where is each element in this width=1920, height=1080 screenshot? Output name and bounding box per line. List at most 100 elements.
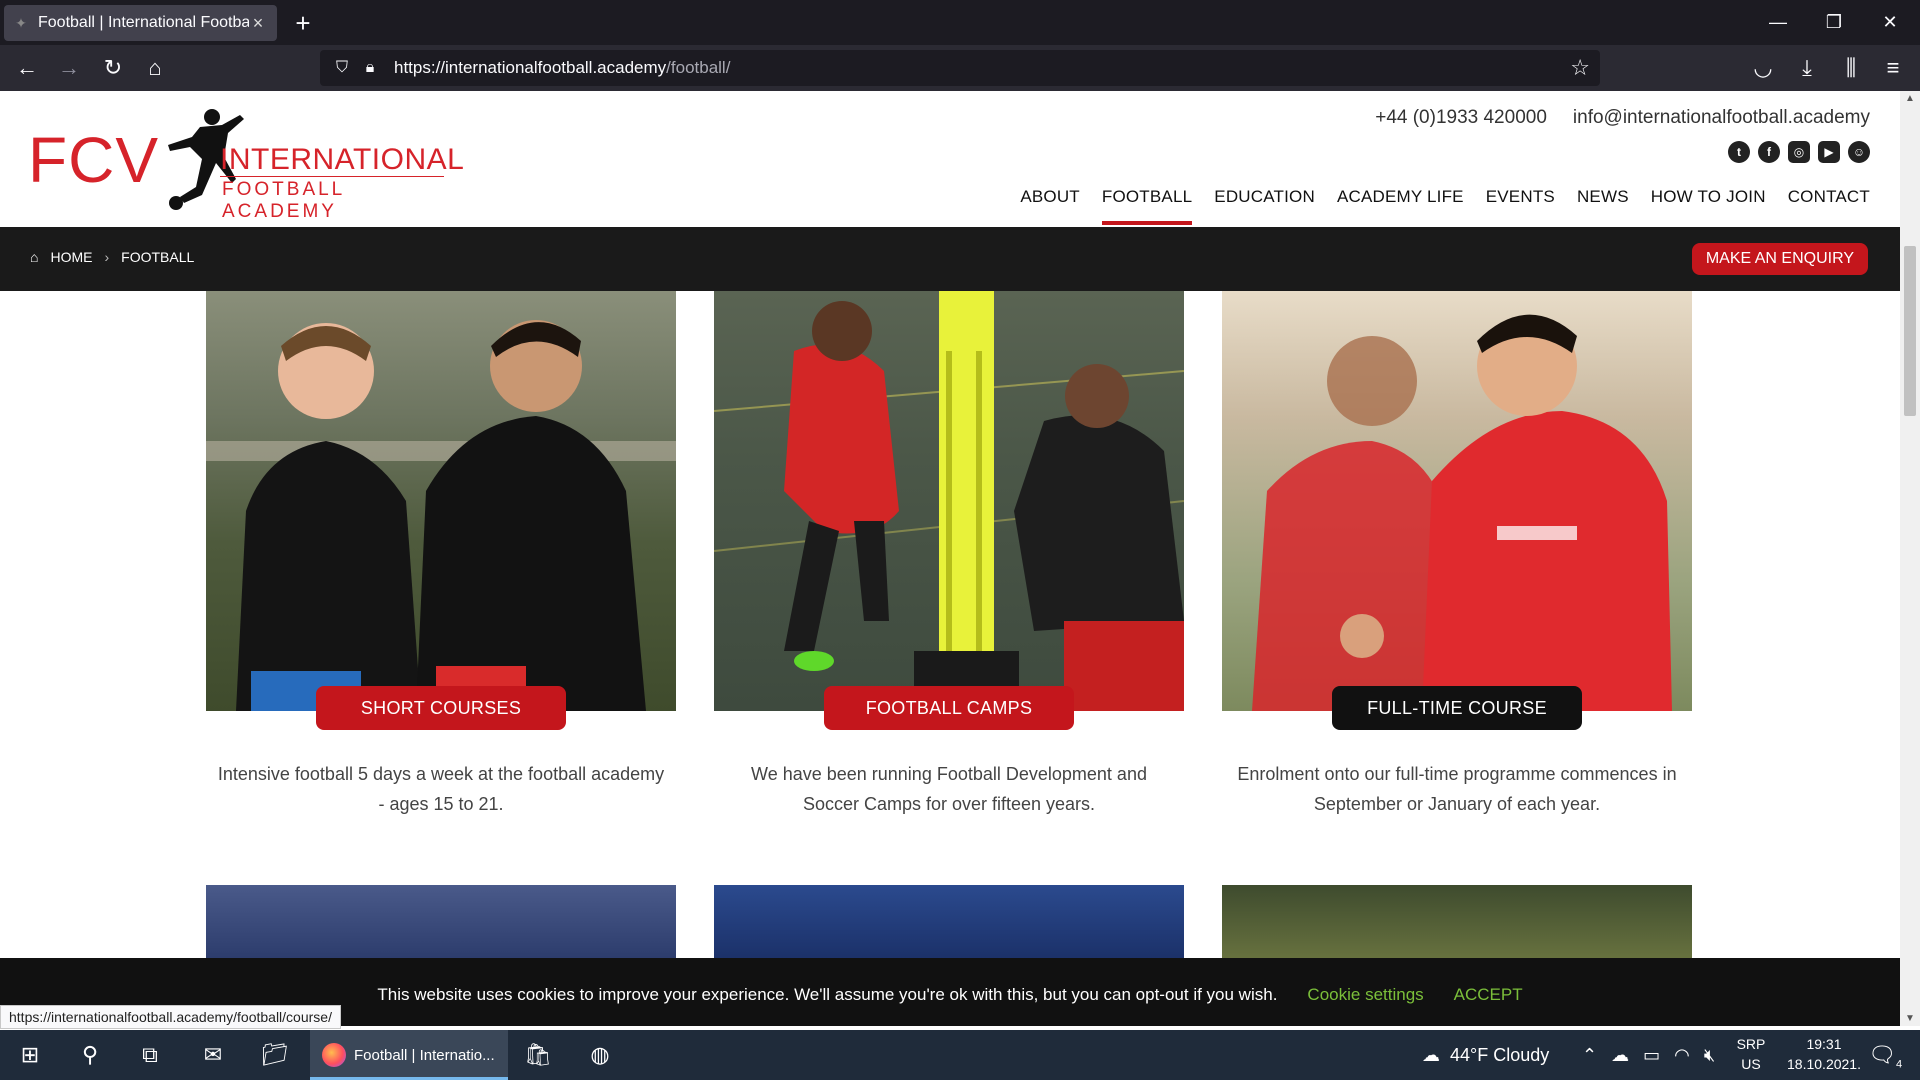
status-url: https://internationalfootball.academy/fo… (0, 1005, 341, 1029)
nav-events[interactable]: EVENTS (1486, 187, 1555, 227)
players-red-kit-illustration (1252, 314, 1672, 711)
phone-link[interactable]: +44 (0)1933 420000 (1375, 107, 1547, 129)
youtube-icon[interactable]: ▶ (1818, 141, 1840, 163)
pocket-icon[interactable]: ◡ (1746, 52, 1780, 84)
cookie-message: This website uses cookies to improve you… (377, 984, 1278, 1004)
address-bar[interactable]: ⛉ 🔒︎ https://internationalfootball.acade… (320, 50, 1600, 86)
short-courses-photo[interactable] (206, 291, 676, 711)
clock[interactable]: 19:31 18.10.2021. (1774, 1034, 1874, 1074)
football-camps-description: We have been running Football Developmen… (751, 764, 1147, 814)
nav-contact[interactable]: CONTACT (1788, 187, 1870, 227)
clock-time: 19:31 (1806, 1036, 1842, 1052)
facebook-icon[interactable]: f (1758, 141, 1780, 163)
taskbar-firefox-app[interactable]: Football | Internatio... (310, 1030, 508, 1080)
taskbar: ⊞ ⚲ ⧉ ✉ 📁︎ Football | Internatio... 🛍︎ ◍… (0, 1030, 1920, 1080)
nav-about[interactable]: ABOUT (1020, 187, 1080, 227)
full-time-course-photo[interactable] (1222, 291, 1692, 711)
downloads-icon[interactable]: ⤓ (1790, 52, 1824, 84)
volume-muted-icon[interactable]: 🔇︎ (1704, 1045, 1715, 1066)
mail-icon[interactable]: ✉ (183, 1030, 243, 1080)
input-language[interactable]: SRP US (1736, 1034, 1766, 1074)
full-time-course-description: Enrolment onto our full-time programme c… (1237, 764, 1677, 814)
notifications-icon[interactable]: 🗨︎4 (1868, 1042, 1902, 1070)
scroll-up-icon[interactable]: ▲ (1900, 93, 1920, 104)
nav-football[interactable]: FOOTBALL (1101, 187, 1193, 227)
contact-info: +44 (0)1933 420000 info@internationalfoo… (1375, 107, 1870, 129)
nav-how-to-join[interactable]: HOW TO JOIN (1651, 187, 1766, 227)
search-icon[interactable]: ⚲ (60, 1030, 120, 1080)
menu-icon[interactable]: ≡ (1876, 52, 1910, 84)
cloud-icon: ☁ (1422, 1044, 1440, 1065)
firefox-icon (322, 1043, 346, 1067)
breadcrumb-bar: ⌂ HOME › FOOTBALL MAKE AN ENQUIRY (0, 227, 1900, 291)
taskbar-app-label: Football | Internatio... (354, 1046, 495, 1064)
email-link[interactable]: info@internationalfootball.academy (1573, 107, 1870, 129)
browser-toolbar: ← → ↻ ⌂ ⛉ 🔒︎ https://internationalfootba… (0, 45, 1920, 91)
lock-icon[interactable]: 🔒︎ (358, 56, 382, 80)
scroll-down-icon[interactable]: ▼ (1900, 1013, 1920, 1024)
nav-news[interactable]: NEWS (1577, 187, 1629, 227)
web-page: FCV INTERNATIONAL FOOTBALL ACADEMY +44 (… (0, 91, 1900, 1026)
make-enquiry-button[interactable]: MAKE AN ENQUIRY (1691, 243, 1868, 275)
task-view-icon[interactable]: ⧉ (120, 1030, 180, 1080)
browser-tab-bar: ✦ Football | International Football × + … (0, 0, 1920, 45)
edge-icon[interactable]: ◍ (570, 1030, 630, 1080)
file-explorer-icon[interactable]: 📁︎ (245, 1030, 305, 1080)
tab-title: Football | International Football (38, 14, 249, 31)
close-window-icon[interactable]: ✕ (1862, 0, 1918, 45)
logo-rule (220, 176, 444, 177)
players-photo-illustration (206, 320, 676, 711)
store-icon[interactable]: 🛍︎ (508, 1030, 568, 1080)
breadcrumb-home[interactable]: HOME (50, 249, 92, 265)
tracking-shield-icon[interactable]: ⛉ (330, 56, 354, 80)
lang-primary: SRP (1736, 1036, 1766, 1052)
logo-line1: INTERNATIONAL (220, 143, 465, 176)
breadcrumb-separator: › (104, 249, 110, 265)
home-breadcrumb-icon[interactable]: ⌂ (30, 249, 38, 265)
football-camps-photo[interactable] (714, 291, 1184, 711)
scrollbar-thumb[interactable] (1904, 246, 1916, 416)
drill-photo-illustration (714, 291, 1184, 711)
card-full-time-course: FULL-TIME COURSE Enrolment onto our full… (1222, 291, 1692, 814)
onedrive-icon[interactable]: ☁ (1611, 1045, 1629, 1066)
new-tab-button[interactable]: + (290, 8, 316, 38)
nav-academy-life[interactable]: ACADEMY LIFE (1337, 187, 1464, 227)
windows-start-icon[interactable]: ⊞ (0, 1030, 60, 1080)
weather-widget[interactable]: ☁ 44°F Cloudy (1422, 1030, 1549, 1080)
card-football-camps: FOOTBALL CAMPS We have been running Foot… (714, 291, 1184, 814)
lang-secondary: US (1741, 1056, 1761, 1072)
twitter-icon[interactable]: t (1728, 141, 1750, 163)
site-logo[interactable]: FCV INTERNATIONAL FOOTBALL ACADEMY (28, 105, 464, 222)
wifi-icon[interactable]: ◠ (1674, 1045, 1690, 1066)
snapchat-icon[interactable]: ☺ (1848, 141, 1870, 163)
back-icon[interactable]: ← (10, 52, 44, 84)
card-image-row2-1[interactable] (206, 885, 676, 965)
cookie-settings-link[interactable]: Cookie settings (1307, 985, 1423, 1005)
forward-icon[interactable]: → (52, 52, 86, 84)
minimize-icon[interactable]: — (1750, 0, 1806, 45)
page-scrollbar[interactable]: ▲ ▼ (1900, 91, 1920, 1026)
main-nav: ABOUT FOOTBALL EDUCATION ACADEMY LIFE EV… (1020, 187, 1870, 227)
short-courses-description: Intensive football 5 days a week at the … (217, 764, 665, 814)
breadcrumb-current: FOOTBALL (121, 249, 195, 265)
reload-icon[interactable]: ↻ (96, 52, 130, 84)
football-camps-button[interactable]: FOOTBALL CAMPS (824, 686, 1074, 730)
card-short-courses: SHORT COURSES Intensive football 5 days … (206, 291, 676, 814)
home-icon[interactable]: ⌂ (138, 52, 172, 84)
full-time-course-button[interactable]: FULL-TIME COURSE (1332, 686, 1582, 730)
short-courses-button[interactable]: SHORT COURSES (316, 686, 566, 730)
battery-icon[interactable]: ▭ (1643, 1045, 1660, 1066)
site-favicon-icon: ✦ (15, 14, 27, 31)
card-image-row2-3[interactable] (1222, 885, 1692, 965)
library-icon[interactable]: ⫼ (1834, 52, 1868, 84)
instagram-icon[interactable]: ◎ (1788, 141, 1810, 163)
close-tab-icon[interactable]: × (249, 13, 267, 34)
url-text[interactable]: https://internationalfootball.academy/fo… (394, 58, 730, 78)
nav-education[interactable]: EDUCATION (1214, 187, 1315, 227)
bookmark-star-icon[interactable]: ☆ (1570, 55, 1590, 81)
cookie-accept-button[interactable]: ACCEPT (1454, 985, 1523, 1005)
tray-chevron-icon[interactable]: ⌃ (1582, 1045, 1597, 1066)
restore-icon[interactable]: ❐ (1806, 0, 1862, 45)
browser-tab[interactable]: ✦ Football | International Football × (4, 5, 277, 41)
card-image-row2-2[interactable] (714, 885, 1184, 965)
